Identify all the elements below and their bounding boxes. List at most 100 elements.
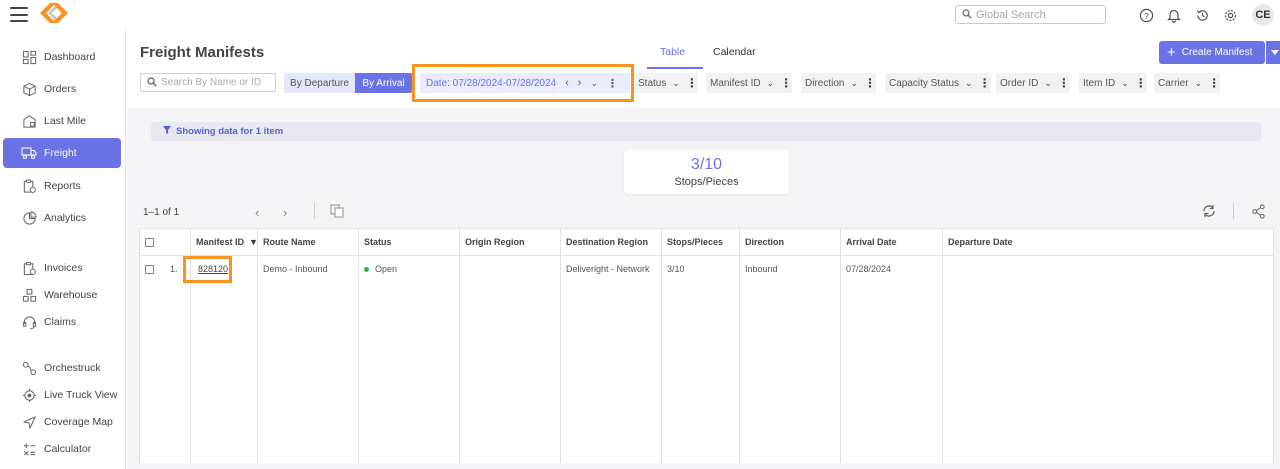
top-bar: ? CE: [0, 0, 1280, 30]
share-icon[interactable]: [1251, 204, 1266, 222]
stops-pieces-card: 3/10 Stops/Pieces: [624, 150, 789, 194]
filter-label: Carrier: [1158, 77, 1189, 89]
filter-carrier[interactable]: Carrier ⌄ ⋮: [1154, 73, 1221, 93]
analytics-icon: [20, 209, 38, 227]
column-header-direction[interactable]: Direction: [739, 228, 841, 256]
info-banner-text: Showing data for 1 item: [176, 126, 284, 137]
sidebar-item-coverage-map[interactable]: Coverage Map: [3, 407, 121, 437]
checkbox[interactable]: [145, 265, 154, 275]
chevron-down-icon[interactable]: ⌄: [590, 78, 598, 89]
filter-item-id[interactable]: Item ID ⌄ ⋮: [1079, 73, 1147, 93]
create-manifest-button[interactable]: + Create Manifest: [1159, 41, 1265, 64]
menu-icon[interactable]: [10, 7, 28, 22]
navigation-icon: [20, 413, 38, 431]
sidebar-item-freight[interactable]: Freight: [3, 138, 121, 168]
column-header-route-name[interactable]: Route Name: [257, 228, 359, 256]
gear-icon[interactable]: [1221, 6, 1239, 24]
tab-table[interactable]: Table: [660, 46, 685, 58]
column-header-manifest-id[interactable]: Manifest ID ▼: [190, 228, 258, 256]
next-page-icon[interactable]: ›: [283, 205, 287, 220]
sidebar-item-claims[interactable]: Claims: [3, 307, 121, 337]
sidebar-item-label: Live Truck View: [44, 389, 118, 401]
status-text: Open: [375, 264, 398, 275]
location-icon: [20, 386, 38, 404]
sidebar-item-reports[interactable]: Reports: [3, 171, 121, 201]
help-icon[interactable]: ?: [1137, 6, 1155, 24]
more-options-icon[interactable]: ⋮: [864, 76, 876, 90]
tab-calendar[interactable]: Calendar: [713, 46, 756, 58]
manifest-table: Manifest ID ▼ Route Name Status Origin Re…: [139, 228, 1274, 463]
history-icon[interactable]: [1193, 6, 1211, 24]
filter-capacity-status[interactable]: Capacity Status ⌄ ⋮: [885, 73, 991, 93]
chevron-down-icon: ⌄: [1121, 77, 1129, 88]
manifest-search[interactable]: [140, 73, 276, 92]
box-icon: [20, 80, 38, 98]
more-options-icon[interactable]: ⋮: [780, 76, 792, 90]
sidebar-item-live-truck-view[interactable]: Live Truck View: [3, 380, 121, 410]
column-header-origin-region[interactable]: Origin Region: [459, 228, 561, 256]
date-range-filter[interactable]: Date: 07/28/2024-07/28/2024 ‹ › ⌄ ⋮: [420, 73, 630, 93]
chevron-left-icon[interactable]: ‹: [565, 77, 569, 89]
column-header-destination-region[interactable]: Destination Region: [560, 228, 662, 256]
column-header-arrival-date[interactable]: Arrival Date: [840, 228, 943, 256]
sidebar-item-label: Coverage Map: [44, 416, 113, 428]
main-content: Freight Manifests Table Calendar + Creat…: [127, 30, 1280, 469]
more-options-icon[interactable]: ⋮: [686, 76, 698, 90]
sidebar-item-label: Dashboard: [44, 51, 96, 63]
more-options-icon[interactable]: ⋮: [607, 77, 618, 90]
sidebar-item-calculator[interactable]: Calculator: [3, 434, 121, 464]
by-arrival-toggle[interactable]: By Arrival: [355, 73, 412, 93]
sidebar-item-dashboard[interactable]: Dashboard: [3, 42, 121, 72]
chevron-down-icon: ⌄: [672, 77, 680, 88]
sidebar-item-label: Orders: [44, 83, 77, 95]
copy-icon[interactable]: [330, 204, 344, 221]
prev-page-icon[interactable]: ‹: [255, 205, 259, 220]
filter-order-id[interactable]: Order ID ⌄ ⋮: [996, 73, 1070, 93]
sidebar-item-warehouse[interactable]: Warehouse: [3, 280, 121, 310]
filter-direction[interactable]: Direction ⌄ ⋮: [801, 73, 877, 93]
select-all-checkbox[interactable]: [139, 228, 191, 256]
cell-route-name: Demo - Inbound: [257, 255, 359, 283]
sidebar: Dashboard Orders Last Mile Freight Repor…: [0, 30, 126, 469]
refresh-icon[interactable]: [1201, 204, 1217, 221]
filter-icon: [163, 126, 171, 137]
global-search-input[interactable]: [976, 8, 1096, 21]
sidebar-item-label: Invoices: [44, 262, 83, 274]
filter-status[interactable]: Status ⌄ ⋮: [634, 73, 698, 93]
info-banner: Showing data for 1 item: [151, 122, 1261, 141]
active-tab-indicator: [647, 67, 703, 69]
sidebar-item-orders[interactable]: Orders: [3, 74, 121, 104]
manifest-search-input[interactable]: [161, 77, 271, 88]
more-options-icon[interactable]: ⋮: [1058, 76, 1070, 90]
create-options-dropdown[interactable]: [1266, 41, 1280, 64]
filter-label: Capacity Status: [889, 77, 960, 89]
stat-value: 3/10: [690, 156, 723, 173]
sidebar-item-label: Warehouse: [44, 289, 98, 301]
more-options-icon[interactable]: ⋮: [1208, 76, 1220, 90]
cell-origin-region: [459, 255, 561, 283]
sidebar-item-invoices[interactable]: Invoices: [3, 253, 121, 283]
sidebar-item-analytics[interactable]: Analytics: [3, 203, 121, 233]
app-logo[interactable]: [38, 1, 70, 28]
bell-icon[interactable]: [1165, 6, 1183, 24]
user-avatar[interactable]: CE: [1252, 4, 1274, 26]
sort-desc-icon[interactable]: ▼: [249, 237, 258, 247]
column-header-departure-date[interactable]: Departure Date: [942, 228, 1274, 256]
sidebar-item-last-mile[interactable]: Last Mile: [3, 106, 121, 136]
more-options-icon[interactable]: ⋮: [1135, 76, 1147, 90]
column-header-stops-pieces[interactable]: Stops/Pieces: [661, 228, 740, 256]
table-row[interactable]: 1. 828120 Demo - Inbound Open Deliverigh…: [139, 255, 1274, 283]
sidebar-item-orchestruck[interactable]: Orchestruck: [3, 353, 121, 383]
filter-bar: By Departure By Arrival Date: 07/28/2024…: [140, 73, 1270, 93]
row-select-cell[interactable]: 1.: [139, 255, 191, 283]
more-options-icon[interactable]: ⋮: [979, 76, 991, 90]
column-header-status[interactable]: Status: [358, 228, 460, 256]
by-departure-toggle[interactable]: By Departure: [284, 73, 355, 93]
global-search[interactable]: [955, 5, 1106, 24]
filter-manifest-id[interactable]: Manifest ID ⌄ ⋮: [706, 73, 793, 93]
manifest-id-link[interactable]: 828120: [198, 264, 228, 274]
checkbox[interactable]: [145, 238, 154, 248]
date-range-label: Date: 07/28/2024-07/28/2024: [426, 77, 557, 89]
cell-stops-pieces: 3/10: [661, 255, 740, 283]
chevron-right-icon[interactable]: ›: [578, 77, 582, 89]
